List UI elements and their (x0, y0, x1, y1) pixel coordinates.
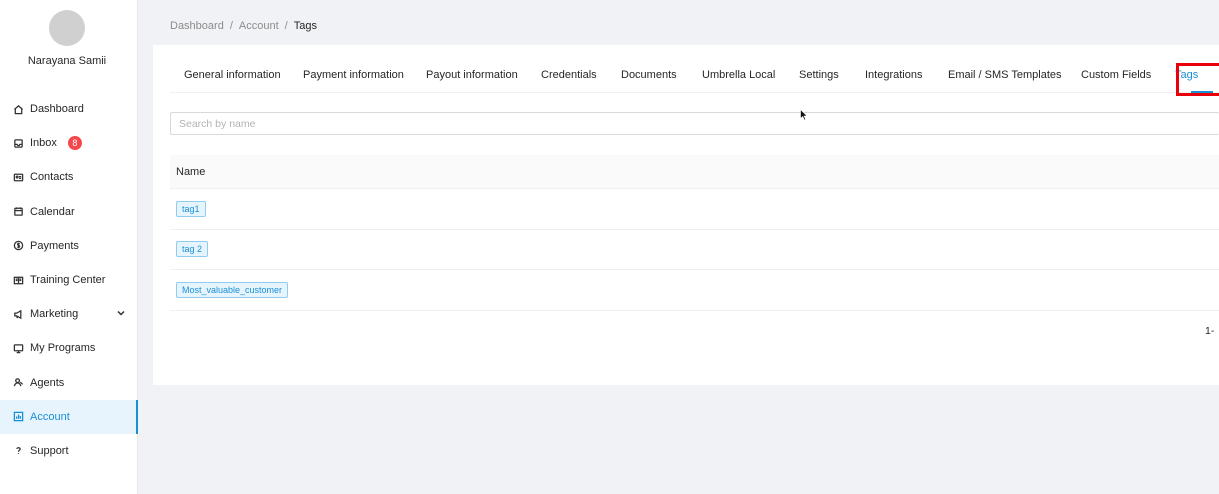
breadcrumb: Dashboard / Account / Tags (170, 20, 317, 32)
sidebar-item-label: Agents (30, 376, 65, 389)
sidebar-item-inbox[interactable]: Inbox 8 (0, 126, 138, 160)
sidebar-item-label: Dashboard (30, 103, 84, 116)
tab-general-information[interactable]: General information (184, 69, 281, 81)
sidebar-item-label: Contacts (30, 171, 74, 184)
book-icon (12, 274, 24, 286)
breadcrumb-item-dashboard[interactable]: Dashboard (170, 20, 224, 32)
sidebar-item-label: Payments (30, 239, 79, 252)
sidebar-item-account[interactable]: Account (0, 399, 138, 435)
sidebar-item-label: Marketing (30, 308, 79, 321)
contacts-icon (12, 171, 24, 183)
tag-chip[interactable]: tag1 (176, 200, 206, 217)
account-tabs: General information Payment information … (170, 45, 1219, 96)
sidebar-item-label: Support (30, 444, 69, 457)
tag-chip[interactable]: Most_valuable_customer (176, 281, 289, 298)
sidebar: Narayana Samii Dashboard Inbox 8 Contact… (0, 0, 138, 494)
breadcrumb-item-tags: Tags (293, 20, 317, 32)
sidebar-item-dashboard[interactable]: Dashboard (0, 92, 138, 126)
pagination-info: 1- (1205, 325, 1215, 337)
table-header: Name (170, 155, 1219, 189)
table-row[interactable]: tag 2 (170, 230, 1219, 270)
sidebar-item-label: Calendar (30, 205, 75, 218)
monitor-icon (12, 342, 24, 354)
tab-payment-information[interactable]: Payment information (303, 69, 404, 81)
sidebar-item-support[interactable]: Support (0, 434, 138, 468)
sidebar-item-label: My Programs (30, 342, 96, 355)
sidebar-item-payments[interactable]: Payments (0, 229, 138, 263)
tab-credentials[interactable]: Credentials (541, 69, 597, 81)
tab-settings[interactable]: Settings (799, 69, 839, 81)
inbox-count-badge: 8 (67, 136, 82, 151)
chevron-down-icon[interactable] (116, 308, 126, 318)
tab-email-sms-templates[interactable]: Email / SMS Templates (948, 69, 1062, 81)
table-row[interactable]: tag1 (170, 189, 1219, 230)
tab-integrations[interactable]: Integrations (865, 69, 922, 81)
help-icon (12, 445, 24, 457)
account-tags-panel: General information Payment information … (153, 45, 1219, 385)
inbox-icon (12, 137, 24, 149)
tab-documents[interactable]: Documents (621, 69, 677, 81)
sidebar-item-my-programs[interactable]: My Programs (0, 331, 138, 365)
column-header-name[interactable]: Name (176, 166, 205, 178)
breadcrumb-separator: / (284, 20, 288, 32)
sidebar-item-agents[interactable]: Agents (0, 366, 138, 400)
sidebar-item-training-center[interactable]: Training Center (0, 263, 138, 297)
sidebar-item-calendar[interactable]: Calendar (0, 195, 138, 229)
dollar-icon (12, 240, 24, 252)
table-row[interactable]: Most_valuable_customer (170, 270, 1219, 311)
sidebar-item-label: Account (30, 410, 70, 423)
sidebar-nav: Dashboard Inbox 8 Contacts Calendar Paym… (0, 92, 138, 468)
account-icon (12, 411, 24, 423)
sidebar-item-contacts[interactable]: Contacts (0, 160, 138, 194)
agents-icon (12, 377, 24, 389)
breadcrumb-separator: / (229, 20, 233, 32)
tab-custom-fields[interactable]: Custom Fields (1081, 69, 1151, 81)
tab-payout-information[interactable]: Payout information (426, 69, 518, 81)
breadcrumb-item-account[interactable]: Account (239, 20, 279, 32)
sidebar-item-label: Inbox (30, 137, 57, 150)
home-icon (12, 103, 24, 115)
calendar-icon (12, 206, 24, 218)
sidebar-item-label: Training Center (30, 274, 106, 287)
user-name: Narayana Samii (27, 55, 107, 67)
tag-chip[interactable]: tag 2 (176, 241, 209, 258)
avatar[interactable] (49, 10, 85, 46)
tab-umbrella-local[interactable]: Umbrella Local (702, 69, 775, 81)
sidebar-item-marketing[interactable]: Marketing (0, 297, 138, 331)
megaphone-icon (12, 308, 24, 320)
tab-tags-highlight-box (1176, 63, 1219, 96)
search-input[interactable] (170, 112, 1219, 135)
tags-table: Name tag1 tag 2 Most_valuable_customer (170, 155, 1219, 311)
mouse-cursor-icon (800, 109, 808, 121)
